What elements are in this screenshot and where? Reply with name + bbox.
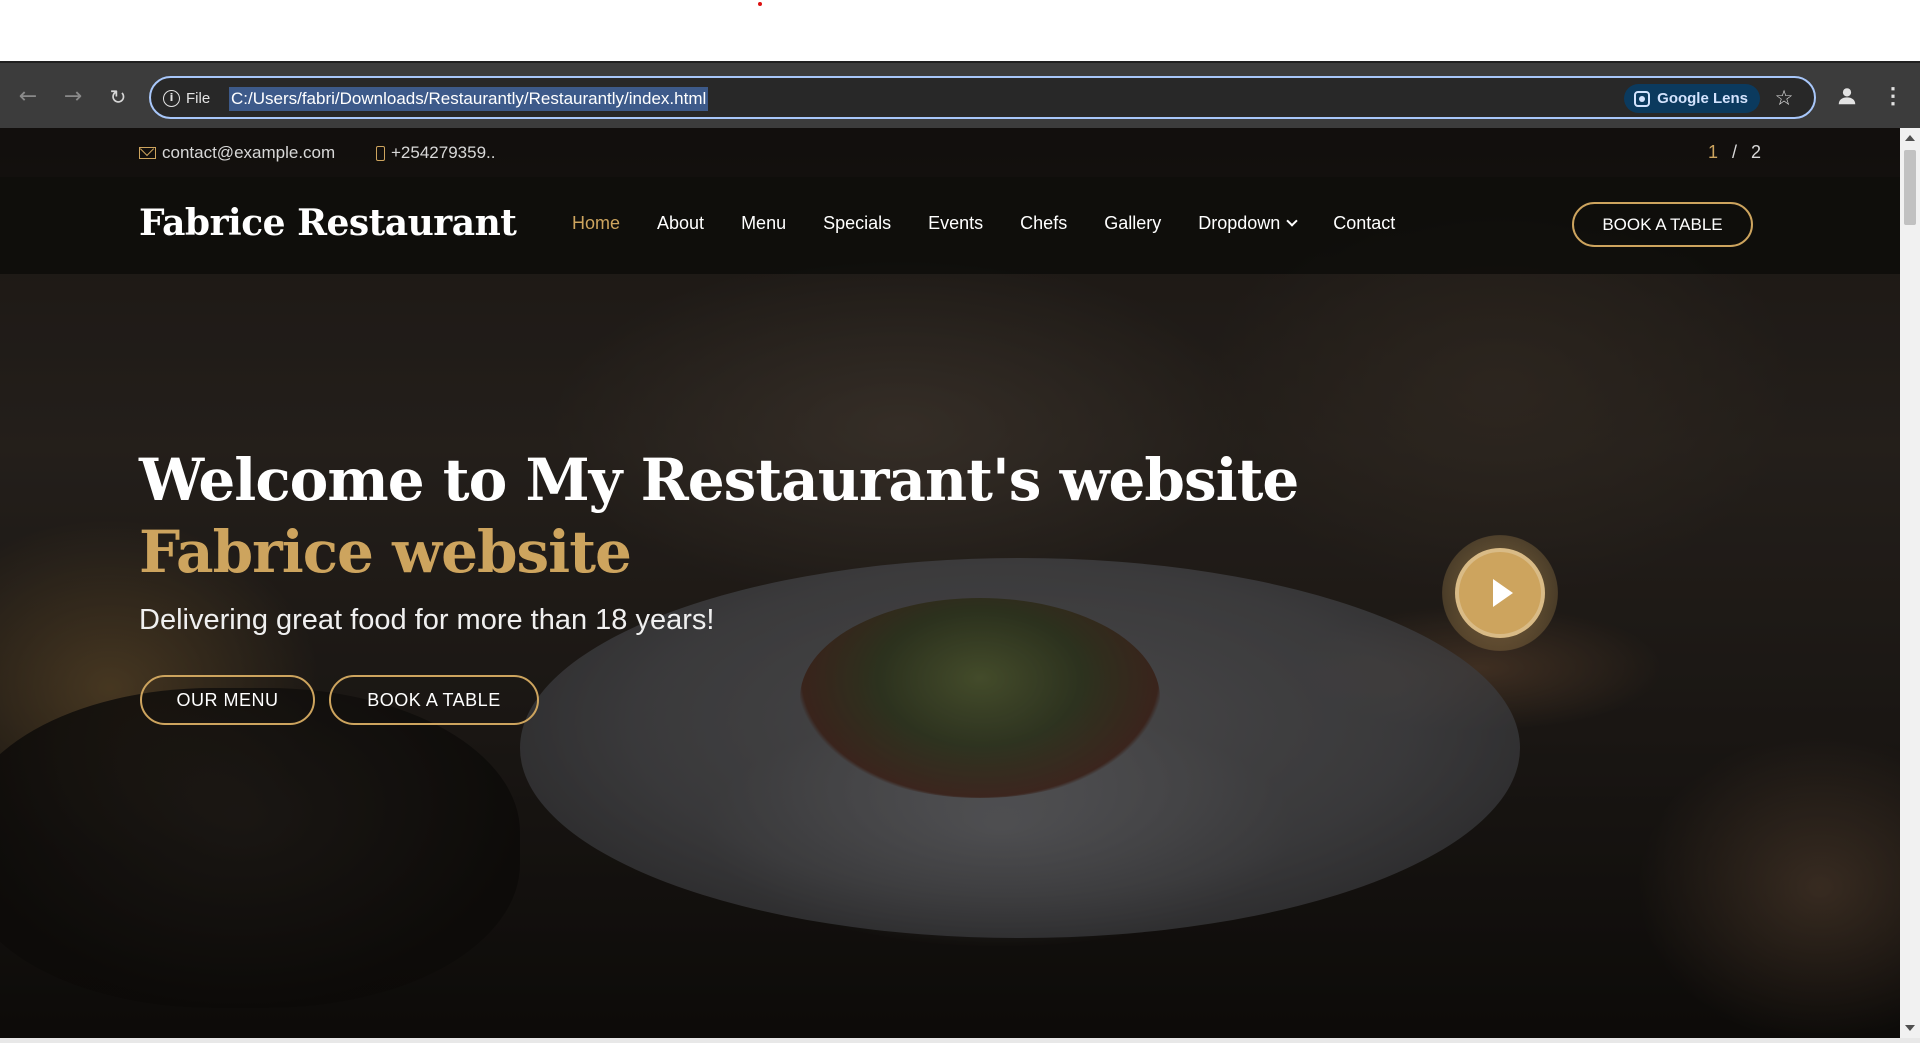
nav-specials[interactable]: Specials [823, 213, 891, 234]
address-bar[interactable]: i File C:/Users/fabri/Downloads/Restaura… [149, 76, 1816, 119]
info-icon: i [163, 89, 180, 107]
chevron-down-icon [1286, 215, 1298, 227]
pager-separator: / [1732, 142, 1738, 162]
nav-menu[interactable]: Menu [741, 213, 786, 234]
site-info-label: File [186, 89, 211, 107]
reload-icon[interactable]: ↻ [104, 83, 132, 111]
google-lens-button[interactable]: Google Lens [1624, 84, 1760, 113]
nav-contact[interactable]: Contact [1333, 213, 1395, 234]
nav-events[interactable]: Events [928, 213, 983, 234]
email-contact[interactable]: contact@example.com [139, 143, 335, 163]
header-book-table-button[interactable]: BOOK A TABLE [1572, 202, 1753, 247]
hero-subtitle: Fabrice website [139, 518, 632, 586]
nav-about[interactable]: About [657, 213, 704, 234]
url-text[interactable]: C:/Users/fabri/Downloads/Restaurantly/Re… [229, 87, 709, 111]
page-viewport: contact@example.com +254279359.. 1 / 2 F… [0, 128, 1900, 1038]
phone-contact[interactable]: +254279359.. [376, 143, 495, 163]
back-icon[interactable]: ← [14, 83, 42, 111]
profile-icon[interactable] [1833, 82, 1861, 110]
site-logo[interactable]: Fabrice Restaurant [139, 202, 517, 244]
contact-topbar: contact@example.com +254279359.. 1 / 2 [0, 128, 1900, 177]
play-video-button[interactable] [1442, 535, 1558, 651]
nav-home[interactable]: Home [572, 213, 620, 234]
hero-title: Welcome to My Restaurant's website [139, 446, 1299, 514]
red-dot [758, 2, 762, 6]
play-icon [1455, 548, 1545, 638]
nav-dropdown[interactable]: Dropdown [1198, 213, 1298, 234]
our-menu-button[interactable]: OUR MENU [140, 675, 315, 725]
email-text: contact@example.com [162, 143, 336, 162]
hero-book-table-button[interactable]: BOOK A TABLE [329, 675, 539, 725]
browser-toolbar: ← → ↻ i File C:/Users/fabri/Downloads/Re… [0, 61, 1920, 128]
hero-tagline: Delivering great food for more than 18 y… [139, 604, 715, 636]
nav-dropdown-label: Dropdown [1198, 213, 1281, 233]
lens-icon [1634, 90, 1651, 107]
phone-icon [376, 145, 385, 161]
pager-current[interactable]: 1 [1708, 142, 1718, 163]
scroll-thumb[interactable] [1904, 150, 1916, 225]
browser-menu-icon[interactable]: ⋮ [1882, 82, 1904, 110]
site-info-chip[interactable]: i File [163, 87, 210, 109]
phone-text: +254279359.. [391, 143, 496, 162]
nav-gallery[interactable]: Gallery [1104, 213, 1161, 234]
pager-total[interactable]: 2 [1751, 142, 1761, 163]
bottom-edge [0, 1038, 1920, 1043]
bookmark-star-icon[interactable]: ☆ [1770, 84, 1798, 112]
scroll-up-icon[interactable] [1905, 135, 1915, 141]
scroll-down-icon[interactable] [1905, 1025, 1915, 1031]
envelope-icon [139, 147, 156, 159]
forward-icon[interactable]: → [59, 83, 87, 111]
profile-avatar-icon [1838, 88, 1856, 105]
nav-chefs[interactable]: Chefs [1020, 213, 1067, 234]
site-header: Fabrice Restaurant Home About Menu Speci… [0, 177, 1900, 274]
main-nav: Home About Menu Specials Events Chefs Ga… [572, 213, 1432, 234]
slide-pager: 1 / 2 [1708, 142, 1761, 163]
top-white-strip [0, 0, 1920, 61]
google-lens-label: Google Lens [1657, 90, 1748, 107]
page-scrollbar[interactable] [1900, 128, 1920, 1038]
